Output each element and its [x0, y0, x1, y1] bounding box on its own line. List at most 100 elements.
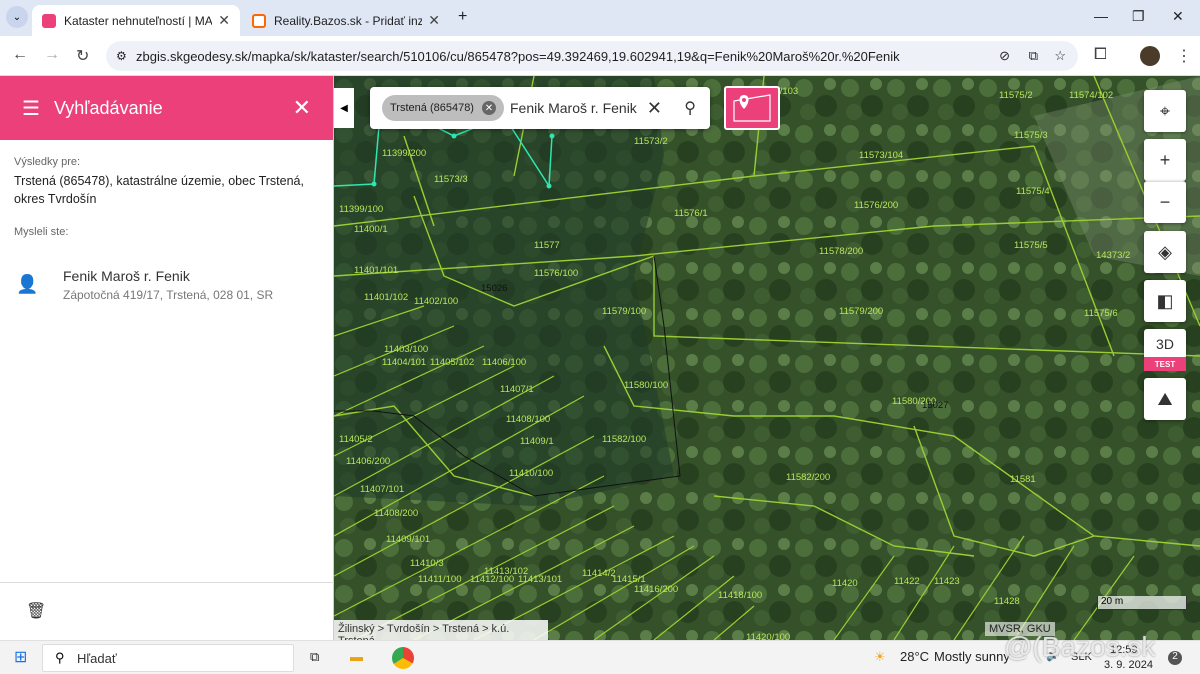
- parcel-label: 11401/101: [354, 265, 398, 276]
- clear-search-icon[interactable]: ✕: [647, 98, 662, 119]
- map-pin-parcel-icon: [733, 94, 771, 122]
- notification-badge[interactable]: 2: [1168, 651, 1182, 665]
- forward-icon[interactable]: →: [44, 46, 60, 64]
- chip-remove-icon[interactable]: ✕: [481, 101, 496, 115]
- task-view-icon[interactable]: ⧉: [310, 649, 319, 665]
- site-info-icon[interactable]: ⚙: [116, 49, 127, 63]
- zoom-in-button[interactable]: +: [1144, 139, 1186, 181]
- windows-start-icon[interactable]: ⊞: [14, 647, 27, 667]
- parcel-label: 11575/5: [1014, 240, 1048, 251]
- url-bar[interactable]: ⚙ zbgis.skgeodesy.sk/mapka/sk/kataster/s…: [106, 41, 1078, 71]
- taskbar-search[interactable]: ⚲ Hľadať: [42, 644, 294, 672]
- parcel-label: 11408/200: [374, 508, 418, 519]
- layers-button[interactable]: ◈: [1144, 231, 1186, 273]
- new-tab-icon[interactable]: +: [458, 8, 467, 26]
- close-panel-icon[interactable]: ✕: [293, 95, 311, 121]
- locate-button[interactable]: ⌖: [1144, 90, 1186, 132]
- 3d-label: 3D: [1156, 336, 1174, 352]
- parcel-label: 14373/2: [1096, 250, 1130, 261]
- parcel-layer-button[interactable]: [724, 86, 780, 130]
- hamburger-icon[interactable]: ☰: [22, 96, 40, 121]
- weather-desc: Mostly sunny: [934, 649, 1010, 664]
- clear-history-icon[interactable]: 🗑: [26, 601, 46, 621]
- parcel-label: 11575/6: [1084, 308, 1118, 319]
- layers-icon: ◈: [1158, 241, 1172, 262]
- scale-bar: 20 m: [1097, 596, 1187, 610]
- parcel-label: 11406/200: [346, 456, 390, 467]
- weather-icon[interactable]: ☀: [874, 649, 886, 665]
- parcel-label: 11406/100: [482, 357, 526, 368]
- tab-bazos[interactable]: Reality.Bazos.sk - Pridať inzerát ✕: [242, 5, 450, 36]
- results-for-value: Trstená (865478), katastrálne územie, ob…: [14, 174, 304, 206]
- browser-tab-bar: ⌄ Kataster nehnuteľností | MAPKA ✕ Reali…: [0, 0, 1200, 36]
- parcel-label: 11428: [994, 596, 1020, 607]
- test-badge: TEST: [1144, 357, 1186, 371]
- tab-close-icon[interactable]: ✕: [428, 12, 440, 29]
- parcel-label: 11420: [832, 578, 858, 589]
- parcel-label: 11579/200: [839, 306, 883, 317]
- did-you-mean-label: Mysleli ste:: [14, 226, 69, 238]
- cadastre-chip[interactable]: Trstená (865478) ✕: [382, 95, 504, 121]
- weather-temp: 28°C: [900, 649, 930, 664]
- extensions-icon[interactable]: ⧠: [1094, 46, 1107, 64]
- results-for-label: Výsledky pre:: [14, 156, 81, 168]
- minimize-icon[interactable]: —: [1094, 8, 1108, 24]
- parcel-label: 11576/100: [534, 268, 578, 279]
- person-result[interactable]: 👤 Fenik Maroš r. Fenik Zápotočná 419/17,…: [0, 264, 334, 304]
- parcel-label: 11582/200: [786, 472, 830, 483]
- collapse-panel-button[interactable]: ◀: [334, 88, 354, 128]
- install-icon[interactable]: ⧉: [1029, 48, 1038, 64]
- reload-icon[interactable]: ↻: [76, 46, 89, 66]
- profile-avatar[interactable]: [1140, 46, 1160, 66]
- search-query: Fenik Maroš r. Fenik: [509, 100, 637, 116]
- parcel-label: 11423: [934, 576, 960, 587]
- parcel-label: 11420/100: [746, 632, 790, 640]
- map-canvas[interactable]: 11573/10311575/211574/10211399/20011573/…: [334, 76, 1200, 640]
- menu-dots-icon[interactable]: ⋮: [1176, 46, 1192, 66]
- tab-kataster[interactable]: Kataster nehnuteľností | MAPKA ✕: [32, 5, 240, 36]
- compare-button[interactable]: ◧: [1144, 280, 1186, 322]
- file-explorer-icon[interactable]: ▬: [350, 649, 363, 664]
- map-search-bar[interactable]: Trstená (865478) ✕ Fenik Maroš r. Fenik ✕…: [370, 87, 710, 129]
- address-toolbar: ← → ↻ ⚙ zbgis.skgeodesy.sk/mapka/sk/kata…: [0, 36, 1200, 76]
- parcel-label: 11405/102: [430, 357, 474, 368]
- zoom-out-button[interactable]: −: [1144, 181, 1186, 223]
- chrome-icon[interactable]: [392, 647, 414, 669]
- parcel-label: 11405/2: [339, 434, 373, 445]
- parcel-label: 11412/100: [470, 574, 514, 585]
- no-tracking-icon[interactable]: ⊘: [999, 48, 1010, 64]
- 3d-button[interactable]: 3D: [1144, 329, 1186, 359]
- chip-label: Trstená (865478): [390, 102, 474, 114]
- url-text: zbgis.skgeodesy.sk/mapka/sk/kataster/sea…: [136, 48, 900, 64]
- parcel-label: 15027: [922, 400, 948, 411]
- parcel-label: 11408/100: [506, 414, 550, 425]
- taskbar-search-placeholder: Hľadať: [77, 651, 117, 666]
- tab-close-icon[interactable]: ✕: [218, 12, 230, 29]
- search-icon: ⚲: [55, 650, 65, 665]
- person-icon: 👤: [16, 274, 39, 294]
- photo-map-button[interactable]: ⛰: [1144, 378, 1186, 420]
- bookmark-star-icon[interactable]: ☆: [1054, 48, 1066, 64]
- parcel-label: 11403/100: [384, 344, 428, 355]
- parcel-label: 11578/200: [819, 246, 863, 257]
- tab-search-button[interactable]: ⌄: [6, 6, 28, 28]
- panel-header: ☰ Vyhľadávanie ✕: [0, 76, 333, 140]
- parcel-label: 11573/104: [859, 150, 903, 161]
- parcel-label: 11573/3: [434, 174, 468, 185]
- location-breadcrumb[interactable]: Žilinský > Tvrdošín > Trstená > k.ú. Trs…: [334, 620, 548, 647]
- search-icon[interactable]: ⚲: [684, 98, 696, 118]
- parcel-label: 11573/2: [634, 136, 668, 147]
- parcel-label: 11404/101: [382, 357, 426, 368]
- parcel-label: 11576/1: [674, 208, 708, 219]
- parcel-label: 15026: [481, 283, 507, 294]
- parcel-label: 11575/3: [1014, 130, 1048, 141]
- person-name: Fenik Maroš r. Fenik: [63, 268, 190, 284]
- window-close-icon[interactable]: ✕: [1172, 8, 1184, 25]
- back-icon[interactable]: ←: [12, 46, 28, 64]
- restore-icon[interactable]: ❐: [1132, 8, 1145, 25]
- parcel-label: 11409/1: [520, 436, 554, 447]
- windows-taskbar: ⊞ ⚲ Hľadať ⧉ ▬ ☀ 28°C Mostly sunny 🔊 SLK…: [0, 631, 1200, 674]
- tab-title: Kataster nehnuteľností | MAPKA: [64, 13, 213, 28]
- search-panel: ☰ Vyhľadávanie ✕ Výsledky pre: Trstená (…: [0, 76, 334, 640]
- cadastral-map[interactable]: 11573/10311575/211574/10211399/20011573/…: [334, 76, 1200, 640]
